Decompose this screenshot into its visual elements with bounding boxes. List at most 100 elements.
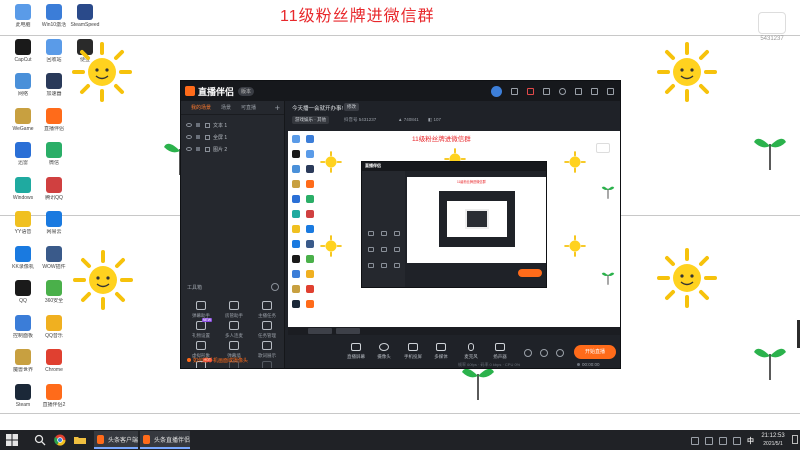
gift-icon[interactable] [527,87,534,95]
edit-title-button[interactable]: 修改 [344,103,359,111]
desktop-icon[interactable]: WOW插件 [33,244,75,280]
tool-icon [262,321,272,330]
menu-icon[interactable] [575,87,582,95]
app-icon [15,142,31,158]
nested-inner-frame [465,209,489,229]
media-button[interactable]: 多媒体 [427,343,455,365]
source-item[interactable]: 图片 2 [181,143,284,155]
desktop-icon[interactable]: 直播伴侣 [33,106,75,142]
close-icon[interactable] [607,87,614,95]
tray-expand-icon[interactable] [691,437,699,445]
phone-cast-button[interactable]: 手机投屏 [399,343,427,365]
windows-start-icon[interactable] [6,434,18,446]
toolbox-more-icon[interactable] [271,283,279,291]
eye-icon[interactable] [540,349,548,357]
nested-tool-icon [368,231,374,236]
desktop-icon[interactable]: 加速器 [33,71,75,107]
tool-label: 主播任务 [258,313,276,318]
ime-indicator[interactable]: 中 [747,436,754,446]
settings-icon[interactable] [543,87,550,95]
live-preview[interactable]: 11级粉丝牌进微信群 直播伴侣 11级粉丝牌进微信群 [288,131,620,335]
folder-icon[interactable] [74,434,86,446]
nested-inner-window [439,191,515,247]
nested-app-preview: 直播伴侣 11级粉丝牌进微信群 [361,161,547,288]
settings-icon[interactable] [556,349,564,357]
tab-live[interactable]: 可直播 [241,104,256,111]
clock-date: 2021/5/1 [763,441,783,447]
desktop-icon[interactable]: Chrome [33,347,75,383]
nested-banner: 11级粉丝牌进微信群 [457,180,486,184]
taskbar-window-live-companion[interactable]: 头条直播伴侣 [140,431,190,449]
add-scene-icon[interactable]: + [275,103,280,113]
minimize-icon[interactable] [591,87,598,95]
eye-icon[interactable] [186,147,192,151]
chrome-icon[interactable] [54,434,66,446]
preview-desktop-icon [306,180,314,188]
nested-tool-icon [394,247,400,252]
app-icon [15,211,31,227]
source-item[interactable]: 文本 1 [181,119,284,131]
desktop-icon[interactable]: 微信 [33,140,75,176]
eye-icon[interactable] [186,123,192,127]
search-icon[interactable] [34,434,46,446]
start-live-button[interactable]: 开始直播 [574,345,616,359]
timer-dot-icon [577,363,580,366]
desktop-icon[interactable]: 360安全 [33,278,75,314]
record-icon[interactable] [524,349,532,357]
promo-tip[interactable]: 如何把手机画面或摄像头 [187,357,248,364]
desktop-icon[interactable]: 腾讯QQ [33,175,75,211]
lock-icon[interactable] [196,135,200,139]
room-stats-bar: 游戏娱乐 · 其他 抖音号 5431237 ▲ 740841 ◧ 107 [286,114,620,126]
tool-label: 任务管理 [258,333,276,338]
source-item[interactable]: 全屏 1 [181,131,284,143]
desktop-icon[interactable]: SteamSpeed [64,2,106,38]
app-icon [15,349,31,365]
bell-icon[interactable] [559,87,566,95]
tool-label: 房管助手 [225,313,243,318]
tool-label: 歌词展示 [258,353,276,358]
user-avatar[interactable] [491,85,502,97]
network-icon[interactable] [705,437,713,445]
app-icon [46,349,62,365]
version-badge[interactable]: 版本 [238,86,255,96]
lock-icon[interactable] [196,147,200,151]
app-icon [46,245,62,262]
preview-desktop-icon [292,210,300,218]
tool-item[interactable] [251,361,283,368]
desktop-icon[interactable]: 网易云 [33,209,75,245]
promo-text: 如何把手机画面或摄像头 [193,358,249,364]
notification-icon[interactable] [792,435,798,444]
sprout-decoration [754,348,786,380]
keyboard-icon[interactable] [733,437,741,445]
message-icon[interactable] [511,87,518,95]
tab-scenes[interactable]: 场景 [221,104,231,111]
category-chip[interactable]: 游戏娱乐 · 其他 [292,116,329,124]
watermark: 5431237 [750,12,794,42]
screen-capture-button[interactable]: 直播屏幕 [342,343,370,365]
desktop-icon-label: 直播伴侣2 [42,401,66,408]
source-name: 全屏 1 [213,134,228,141]
lock-icon[interactable] [196,123,200,127]
desktop-icon-label: 网易云 [46,229,62,235]
nested-scene-panel [362,171,405,287]
desktop-icon[interactable]: QQ音乐 [33,313,75,349]
nested-app-name: 直播伴侣 [365,163,381,168]
app-icon [46,176,62,193]
taskbar-window-toutiao[interactable]: 头条客户端 [94,431,138,449]
preview-desktop-icon [306,165,314,173]
camera-button[interactable]: 摄像头 [370,343,398,365]
volume-icon[interactable] [719,437,727,445]
scene-tabs: 我的场景 场景 可直播 + [181,101,284,115]
stream-status: 帧率 60fps · 码率 0 kbps · CPU 0% [458,362,521,367]
preview-desktop-icon [292,150,300,158]
source-name: 图片 2 [213,146,228,153]
eye-icon[interactable] [186,135,192,139]
desktop-icon[interactable]: 直播伴侣2 [33,382,75,418]
app-icon [15,73,31,89]
tab-my-scenes[interactable]: 我的场景 [191,104,211,111]
preview-banner: 11级粉丝牌进微信群 [412,136,471,143]
app-title-bar: 直播伴侣 版本 [181,81,620,101]
source-name: 文本 1 [213,122,228,129]
sun-decoration [73,250,133,310]
taskbar-clock[interactable]: 21:12:53 2021/5/1 [756,432,790,448]
